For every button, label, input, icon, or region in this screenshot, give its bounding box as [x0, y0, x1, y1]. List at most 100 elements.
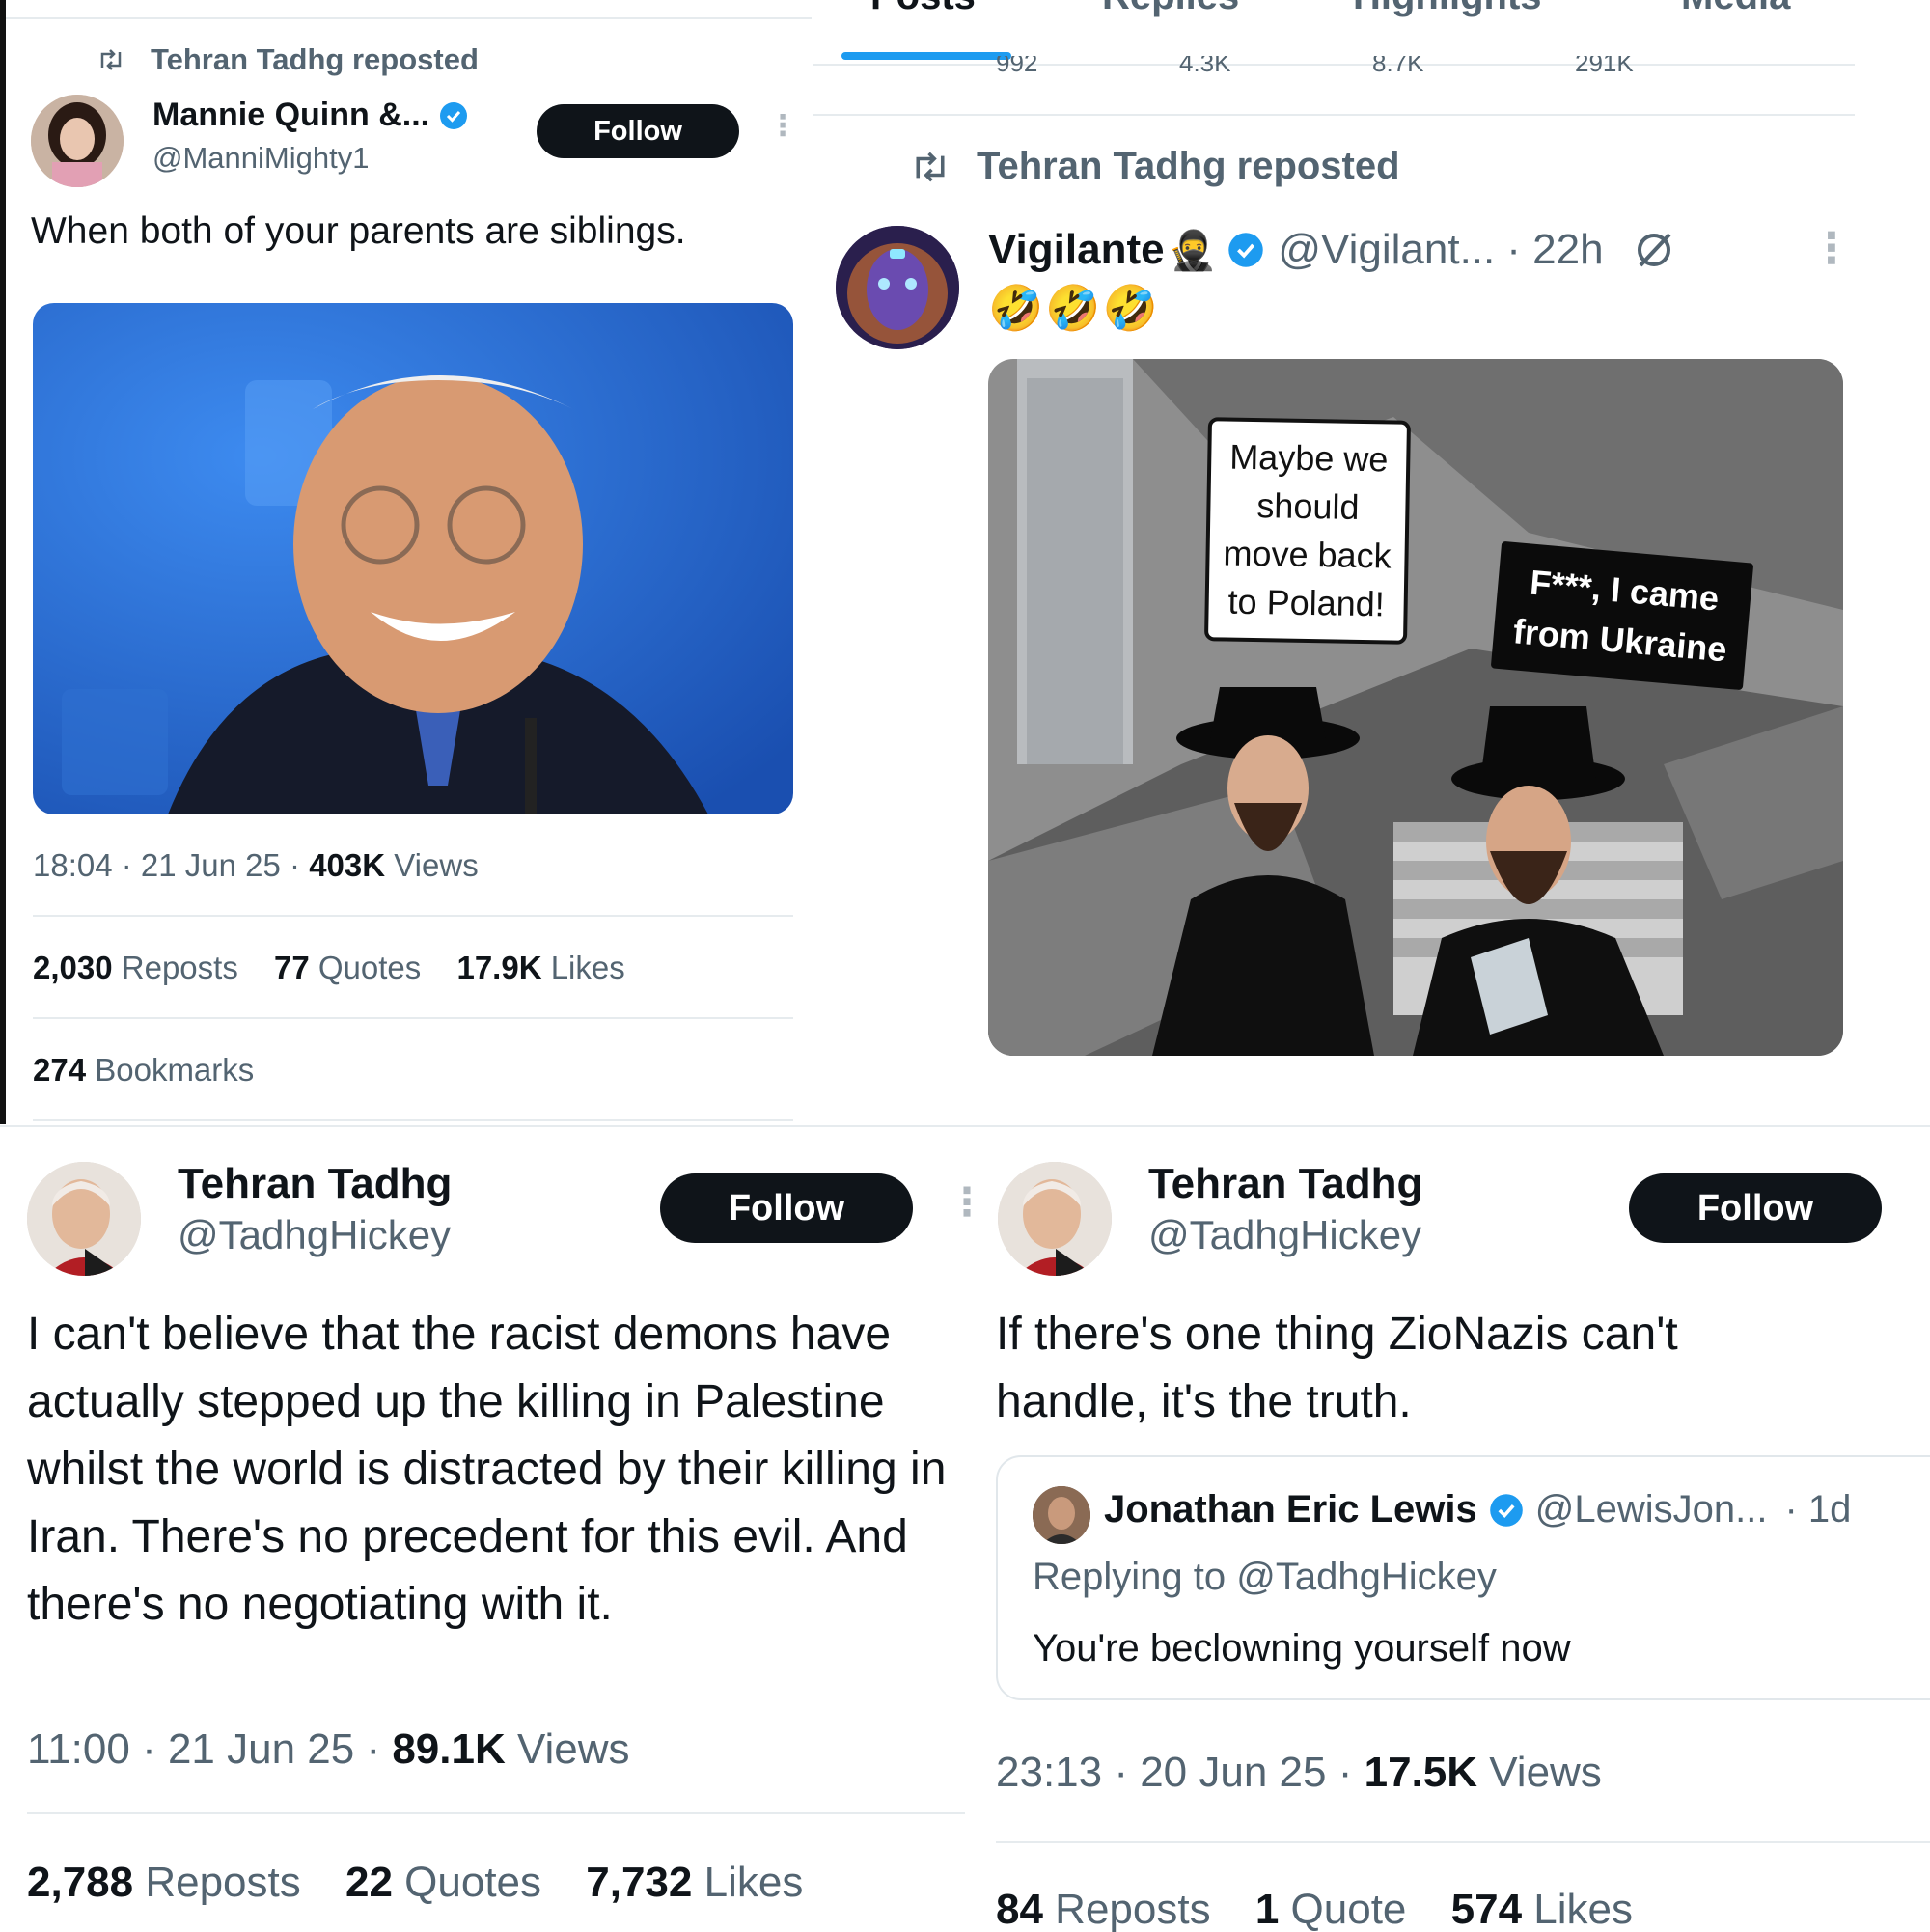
divider	[33, 915, 793, 917]
tweet-text: I can't believe that the racist demons h…	[27, 1309, 947, 1630]
quoted-author-handle[interactable]: @LewisJon...	[1535, 1488, 1768, 1532]
views-label: Views	[1477, 1749, 1602, 1796]
likes-label: Likes	[541, 950, 625, 985]
bookmarks-stat[interactable]: 274 Bookmarks	[33, 1052, 254, 1089]
timestamp[interactable]: 23:13 · 20 Jun 25 ·	[996, 1749, 1365, 1796]
speech-bubble-right: F***, I came from Ukraine	[1490, 540, 1754, 691]
likes-count: 7,732	[586, 1859, 693, 1906]
timestamp-line: 18:04 · 21 Jun 25 · 403K Views	[33, 847, 479, 884]
likes-label: Likes	[692, 1859, 804, 1906]
verified-badge-icon	[1228, 233, 1264, 267]
divider	[27, 1812, 965, 1814]
quotes-stat[interactable]: 1 Quote	[1255, 1886, 1407, 1932]
quotes-count: 22	[345, 1859, 393, 1906]
views-label: Views	[385, 847, 479, 883]
quoted-author-row: Jonathan Eric Lewis @LewisJon... · 1d	[1104, 1488, 1851, 1532]
author-handle[interactable]: @Vigilant...	[1278, 226, 1495, 274]
reposts-label: Reposts	[1042, 1886, 1211, 1932]
avatar[interactable]	[836, 226, 959, 349]
tweet-text: If there's one thing ZioNazis can't hand…	[996, 1309, 1678, 1427]
engagement-stats: 2,788 Reposts 22 Quotes 7,732 Likes	[27, 1859, 803, 1907]
avatar[interactable]	[998, 1162, 1112, 1276]
avatar[interactable]	[31, 95, 124, 187]
likes-count[interactable]: 8.7K	[1372, 56, 1424, 78]
reposts-stat[interactable]: 2,030 Reposts	[33, 950, 238, 985]
engagement-stats: 2,030 Reposts 77 Quotes 17.9K Likes	[33, 950, 625, 986]
quotes-stat[interactable]: 77 Quotes	[274, 950, 421, 985]
panel-tweet-3: Tehran Tadhg @TadhgHickey Follow ⋮ I can…	[0, 1125, 986, 1932]
reposts-stat[interactable]: 84 Reposts	[996, 1886, 1211, 1932]
timestamp[interactable]: 18:04 · 21 Jun 25 ·	[33, 847, 309, 883]
previous-tweet-actions: 992 4.3K 8.7K 291K	[813, 56, 1855, 79]
timestamp[interactable]: 11:00 · 21 Jun 25 ·	[27, 1725, 392, 1773]
tweet-image[interactable]: Maybe we should move back to Poland! F**…	[988, 359, 1843, 1056]
quoted-author-name[interactable]: Jonathan Eric Lewis	[1104, 1488, 1477, 1532]
views-count[interactable]: 291K	[1575, 56, 1634, 78]
grok-icon[interactable]	[1633, 229, 1675, 271]
quoted-avatar[interactable]	[1033, 1486, 1090, 1544]
more-options-icon[interactable]: ⋮	[768, 112, 797, 141]
speech-bubble-left: Maybe we should move back to Poland!	[1203, 417, 1412, 645]
quotes-label: Quotes	[392, 1859, 542, 1906]
follow-button[interactable]: Follow	[537, 104, 739, 158]
quoted-tweet-text: You're beclowning yourself now	[1033, 1627, 1571, 1670]
reposts-label: Reposts	[112, 950, 238, 985]
tweet-age[interactable]: · 22h	[1506, 226, 1603, 274]
author-row: Vigilante 🥷 @Vigilant... · 22h	[988, 226, 1675, 274]
tab-posts[interactable]: Posts	[870, 0, 976, 18]
tweet-text: 🤣🤣🤣	[988, 283, 1160, 333]
tweet-image[interactable]	[33, 303, 793, 814]
bookmarks-count: 274	[33, 1052, 87, 1088]
verified-badge-icon	[1489, 1493, 1523, 1527]
quoted-tweet-age: · 1d	[1784, 1488, 1852, 1531]
quotes-stat[interactable]: 22 Quotes	[345, 1859, 541, 1906]
views-label: Views	[505, 1725, 630, 1773]
likes-stat[interactable]: 7,732 Likes	[586, 1859, 803, 1906]
author-name[interactable]: Tehran Tadhg	[178, 1160, 452, 1208]
author-handle[interactable]: @TadhgHickey	[178, 1212, 451, 1258]
views-count: 17.5K	[1364, 1749, 1478, 1796]
likes-count: 17.9K	[456, 950, 542, 985]
author-name[interactable]: Mannie Quinn &...	[152, 97, 429, 134]
profile-tabs: Posts Replies Highlights Media	[813, 0, 1930, 23]
likes-stat[interactable]: 574 Likes	[1451, 1886, 1633, 1932]
likes-stat[interactable]: 17.9K Likes	[456, 950, 624, 985]
follow-button[interactable]: Follow	[660, 1173, 913, 1243]
avatar[interactable]	[27, 1162, 141, 1276]
divider	[33, 1017, 793, 1019]
tweet-text: When both of your parents are siblings.	[31, 210, 686, 252]
reposts-label: Reposts	[133, 1859, 301, 1906]
likes-count: 574	[1450, 1886, 1523, 1932]
author-name[interactable]: Vigilante	[988, 226, 1165, 274]
divider	[996, 1841, 1930, 1843]
reposts-count[interactable]: 4.3K	[1179, 56, 1231, 78]
engagement-stats: 84 Reposts 1 Quote 574 Likes	[996, 1886, 1633, 1932]
panel-tweet-4: Tehran Tadhg @TadhgHickey Follow ⋮ If th…	[975, 1125, 1930, 1932]
divider	[6, 17, 812, 19]
repost-label: Tehran Tadhg reposted	[151, 42, 479, 76]
verified-badge-icon	[440, 101, 468, 129]
quotes-count: 1	[1254, 1886, 1280, 1932]
follow-button[interactable]: Follow	[1629, 1173, 1882, 1243]
replies-count[interactable]: 992	[996, 56, 1037, 78]
views-count: 89.1K	[392, 1725, 506, 1773]
author-name[interactable]: Tehran Tadhg	[1148, 1160, 1422, 1208]
tab-media[interactable]: Media	[1681, 0, 1790, 18]
repost-indicator: Tehran Tadhg reposted	[909, 145, 1400, 188]
more-options-icon[interactable]: ⋮	[1810, 228, 1853, 270]
author-handle[interactable]: @TadhgHickey	[1148, 1212, 1421, 1258]
left-edge-bar	[0, 0, 6, 1124]
views-count: 403K	[309, 847, 386, 883]
tab-replies[interactable]: Replies	[1102, 0, 1239, 18]
reposts-stat[interactable]: 2,788 Reposts	[27, 1859, 301, 1906]
more-options-icon[interactable]: ⋮	[1915, 1183, 1930, 1222]
ninja-emoji: 🥷	[1168, 229, 1217, 272]
quoted-tweet-card[interactable]: Jonathan Eric Lewis @LewisJon... · 1d Re…	[996, 1455, 1930, 1700]
tab-highlights[interactable]: Highlights	[1353, 0, 1542, 18]
quoted-reply-to[interactable]: Replying to @TadhgHickey	[1033, 1556, 1497, 1599]
reposts-count: 2,030	[33, 950, 113, 985]
author-row[interactable]: Mannie Quinn &...	[152, 97, 468, 134]
quotes-count: 77	[274, 950, 310, 985]
repost-label: Tehran Tadhg reposted	[977, 145, 1400, 187]
author-handle[interactable]: @ManniMighty1	[152, 141, 369, 176]
